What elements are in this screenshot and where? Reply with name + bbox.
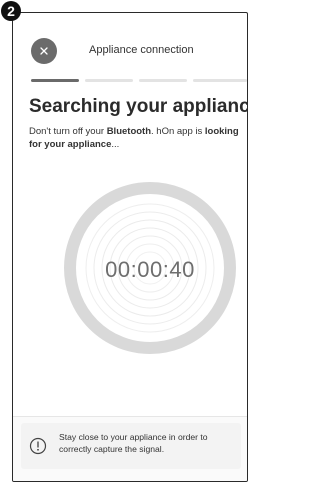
page-title: Searching your appliance bbox=[29, 96, 248, 117]
instruction-text: Don't turn off your Bluetooth. hOn app i… bbox=[29, 125, 241, 151]
step-number-badge: 2 bbox=[1, 1, 21, 21]
search-timer: 00:00:40 bbox=[63, 181, 237, 355]
step-progress-bar bbox=[31, 79, 247, 83]
desc-part-2: . hOn app is bbox=[151, 126, 205, 137]
hint-text: Stay close to your appliance in order to… bbox=[59, 432, 208, 454]
header-title: Appliance connection bbox=[89, 44, 194, 56]
close-button[interactable] bbox=[31, 38, 57, 64]
progress-segment-3 bbox=[139, 79, 187, 82]
info-icon bbox=[29, 437, 47, 455]
progress-segment-1 bbox=[31, 79, 79, 82]
hint-card: Stay close to your appliance in order to… bbox=[21, 423, 241, 469]
close-icon bbox=[40, 47, 48, 55]
progress-segment-4 bbox=[193, 79, 247, 82]
progress-segment-2 bbox=[85, 79, 133, 82]
desc-part-3: ... bbox=[111, 139, 120, 150]
footer-hint-bar: Stay close to your appliance in order to… bbox=[13, 416, 247, 481]
top-bar: Appliance connection bbox=[13, 13, 247, 69]
timer-value: 00:00:40 bbox=[105, 257, 195, 282]
desc-bold-bluetooth: Bluetooth bbox=[106, 126, 152, 137]
phone-screen: Appliance connection Searching your appl… bbox=[12, 12, 248, 482]
desc-part-1: Don't turn off your bbox=[29, 126, 107, 137]
